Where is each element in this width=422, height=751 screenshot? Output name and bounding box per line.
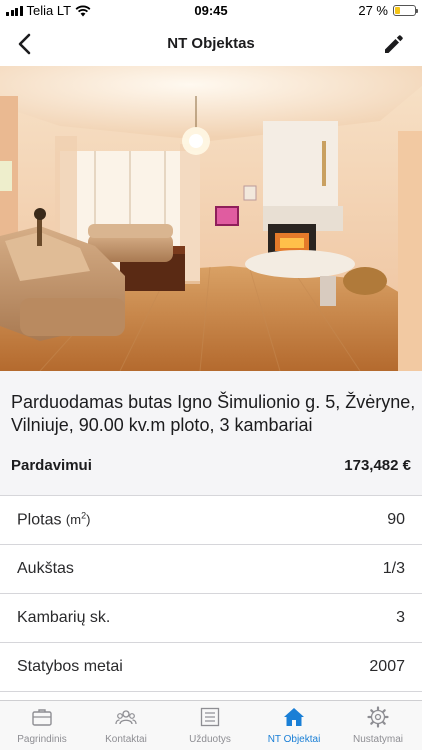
- detail-row-area: Plotas (m2) 90: [0, 495, 422, 544]
- battery-group: 27 %: [358, 3, 418, 18]
- tab-nustatymai[interactable]: Nustatymai: [336, 701, 420, 751]
- tab-uzduotys[interactable]: Užduotys: [168, 701, 252, 751]
- tab-label: Kontaktai: [105, 734, 147, 745]
- detail-row-build-year: Statybos metai 2007: [0, 642, 422, 691]
- tab-pagrindinis[interactable]: Pagrindinis: [0, 701, 84, 751]
- detail-label: Aukštas: [17, 560, 74, 577]
- gear-icon: [367, 706, 389, 728]
- detail-value: 3: [396, 609, 405, 626]
- status-bar: Telia LT 09:45 27 %: [0, 0, 422, 22]
- tab-label: NT Objektai: [267, 734, 321, 745]
- edit-pencil-icon[interactable]: [380, 30, 408, 58]
- tab-label: Užduotys: [189, 734, 231, 745]
- detail-label: Plotas (m2): [17, 511, 91, 529]
- photo-gallery[interactable]: [0, 66, 422, 371]
- detail-value: 1/3: [382, 560, 405, 577]
- listing-header: Parduodamas butas Igno Šimulionio g. 5, …: [0, 371, 422, 495]
- detail-label: Kambarių sk.: [17, 609, 111, 626]
- page-title: NT Objektas: [167, 35, 255, 52]
- detail-row-floor: Aukštas 1/3: [0, 544, 422, 593]
- detail-value: 2007: [369, 658, 405, 675]
- battery-percent: 27 %: [358, 3, 388, 18]
- briefcase-icon: [32, 709, 52, 726]
- tab-nt-objektai[interactable]: NT Objektai: [252, 701, 336, 751]
- home-icon: [284, 708, 304, 726]
- tab-kontaktai[interactable]: Kontaktai: [84, 701, 168, 751]
- navigation-bar: NT Objektas: [0, 22, 422, 66]
- detail-label: Statybos metai: [17, 658, 123, 675]
- tab-label: Pagrindinis: [17, 734, 67, 745]
- people-icon: [115, 710, 137, 725]
- detail-row-rooms: Kambarių sk. 3: [0, 593, 422, 642]
- living-room-photo: [0, 66, 422, 371]
- list-icon: [200, 707, 220, 727]
- tab-bar: Pagrindinis Kontaktai Užduotys NT Objekt…: [0, 700, 422, 750]
- detail-value: 90: [387, 511, 405, 528]
- price-value: 173,482 €: [344, 457, 411, 474]
- battery-icon: [393, 5, 418, 16]
- listing-title: Parduodamas butas Igno Šimulionio g. 5, …: [11, 392, 416, 435]
- price-label: Pardavimui: [11, 457, 92, 474]
- tab-label: Nustatymai: [352, 734, 403, 745]
